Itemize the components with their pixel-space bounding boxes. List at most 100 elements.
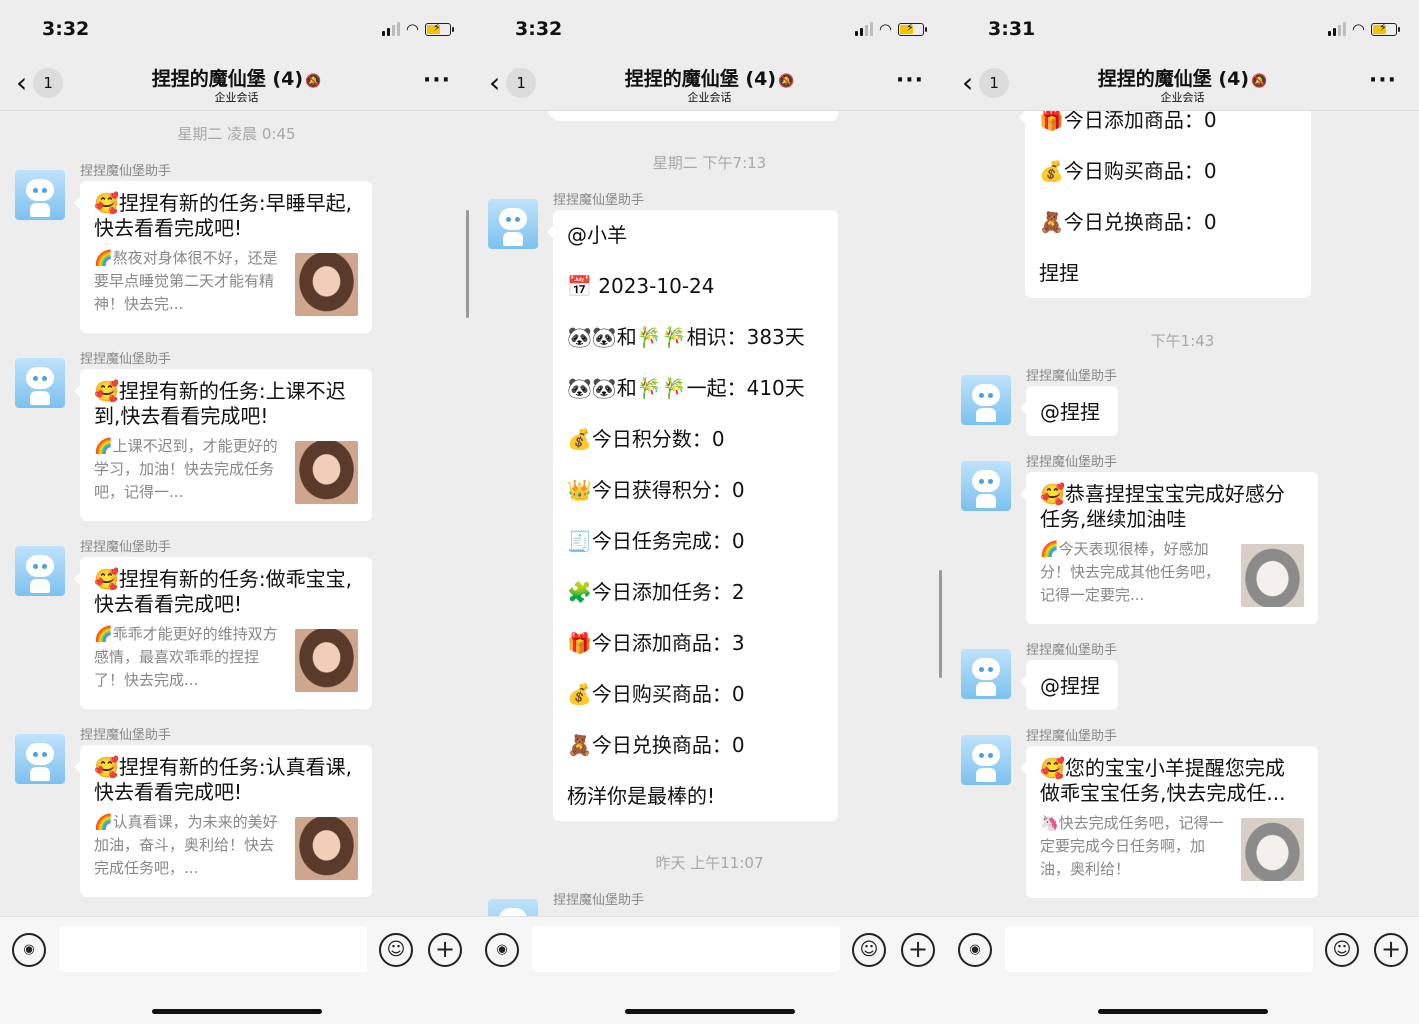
stat-line: 💰今日购买商品：0	[567, 682, 745, 706]
avatar[interactable]	[488, 899, 538, 916]
avatar[interactable]	[488, 199, 538, 249]
avatar[interactable]	[961, 375, 1011, 425]
more-options-button[interactable]: ···	[1369, 68, 1397, 93]
task-card[interactable]: 🥰捏捏有新的任务:做乖宝宝,快去看看完成吧! 🌈乖乖才能更好的维持双方感情，最喜…	[74, 557, 372, 709]
mute-icon: 🔕	[778, 74, 795, 89]
more-options-button[interactable]: ···	[423, 68, 451, 93]
avatar[interactable]	[961, 461, 1011, 511]
signal-icon	[854, 22, 873, 36]
signal-icon	[1327, 22, 1346, 36]
sender-name: 捏捏魔仙堡助手	[80, 164, 172, 179]
phone-screen-2: 3:32 ◠ ⚡ ‹ 1 捏捏的魔仙堡 (4) 🔕 企业会话 ··· 星期二 下午7…	[473, 0, 946, 1024]
stats-message-partial[interactable]: 🎁今日添加商品：0 💰今日购买商品：0 🧸今日兑换商品：0 捏捏	[1019, 111, 1311, 298]
clock: 3:31	[988, 18, 1036, 40]
more-actions-button[interactable]: +	[901, 933, 935, 967]
avatar[interactable]	[15, 734, 65, 784]
nav-bar: ‹ 1 捏捏的魔仙堡 (4) 🔕 企业会话 ···	[946, 58, 1419, 111]
chat-area[interactable]: 星期二 下午7:13 捏捏魔仙堡助手 @小羊 📅 2023-10-24 🐼🐼和🎋…	[473, 111, 946, 916]
stat-line: 💰今日积分数：0	[567, 427, 725, 451]
more-options-button[interactable]: ···	[896, 68, 924, 93]
task-card[interactable]: 🥰捏捏有新的任务:认真看课,快去看看完成吧! 🌈认真看课，为未来的美好加油，奋斗…	[74, 745, 372, 897]
timestamp: 星期二 凌晨 0:45	[177, 125, 296, 143]
chat-area[interactable]: 星期二 凌晨 0:45 捏捏魔仙堡助手 🥰捏捏有新的任务:早睡早起,快去看看完成…	[0, 111, 473, 916]
stat-line: 👑今日获得积分：0	[567, 478, 745, 502]
clock: 3:32	[42, 18, 90, 40]
stat-line: 💰今日购买商品：0	[1039, 159, 1217, 183]
avatar[interactable]	[961, 735, 1011, 785]
message-input[interactable]	[1005, 926, 1313, 972]
sender-name: 捏捏魔仙堡助手	[1026, 729, 1118, 744]
task-card[interactable]: 🥰捏捏有新的任务:上课不迟到,快去看看完成吧! 🌈上课不迟到，才能更好的学习，加…	[74, 369, 372, 521]
card-thumbnail	[295, 253, 358, 316]
card-description: 🌈认真看课，为未来的美好加油，奋斗，奥利给！快去完成任务吧，...	[94, 813, 278, 877]
message-input[interactable]	[532, 926, 840, 972]
status-bar: 3:32 ◠ ⚡	[0, 0, 473, 58]
card-title: 🥰恭喜捏捏宝宝完成好感分任务,继续加油哇	[1040, 482, 1285, 531]
sender-name: 捏捏魔仙堡助手	[1026, 369, 1118, 384]
sender-name: 捏捏魔仙堡助手	[1026, 455, 1118, 470]
mention-bubble[interactable]: @捏捏	[1020, 386, 1118, 436]
phone-screen-3: 3:31 ◠ ⚡ ‹ 1 捏捏的魔仙堡 (4) 🔕 企业会话 ··· 🎁今日添加商品…	[946, 0, 1419, 1024]
card-thumbnail	[1241, 818, 1304, 881]
card-description: 🌈乖乖才能更好的维持双方感情，最喜欢乖乖的捏捏了！快去完成...	[94, 625, 278, 689]
battery-icon: ⚡	[1371, 21, 1400, 36]
scrollbar[interactable]	[466, 210, 469, 318]
stat-line: 🐼🐼和🎋🎋一起：410天	[567, 376, 805, 400]
emoji-button[interactable]: ☺	[379, 933, 413, 967]
wifi-icon: ◠	[405, 20, 419, 38]
mention-bubble[interactable]: @捏捏	[1020, 660, 1118, 710]
phone-screen-1: 3:32 ◠ ⚡ ‹ 1 捏捏的魔仙堡 (4) 🔕 企业会话 ··· 星期二 凌晨 …	[0, 0, 473, 1024]
card-thumbnail	[295, 817, 358, 880]
home-indicator[interactable]	[1098, 1009, 1268, 1014]
stat-line: 🧾今日任务完成：0	[567, 529, 745, 553]
scrollbar[interactable]	[939, 570, 942, 678]
sender-name: 捏捏魔仙堡助手	[553, 193, 645, 208]
voice-input-button[interactable]: ◉	[12, 933, 46, 967]
input-bar: ◉ ☺ +	[946, 916, 1419, 1024]
sender-name: 捏捏魔仙堡助手	[80, 728, 172, 743]
avatar[interactable]	[961, 649, 1011, 699]
closing-line: 捏捏	[1039, 261, 1079, 285]
voice-input-button[interactable]: ◉	[958, 933, 992, 967]
stat-line: 🎁今日添加商品：0	[1039, 111, 1217, 132]
closing-line: 杨洋你是最棒的!	[567, 784, 716, 808]
mention-line: @小羊	[567, 223, 627, 247]
battery-icon: ⚡	[898, 21, 927, 36]
avatar[interactable]	[15, 546, 65, 596]
chat-subtitle: 企业会话	[1160, 91, 1205, 104]
message-input[interactable]	[59, 926, 367, 972]
card-description: 🦄快去完成任务吧，记得一定要完成今日任务啊，加油，奥利给！	[1040, 814, 1224, 878]
input-bar: ◉ ☺ +	[0, 916, 473, 1024]
card-title: 🥰捏捏有新的任务:上课不迟到,快去看看完成吧!	[94, 379, 346, 428]
date-line: 📅 2023-10-24	[567, 274, 715, 298]
nav-bar: ‹ 1 捏捏的魔仙堡 (4) 🔕 企业会话 ···	[0, 58, 473, 111]
chat-subtitle: 企业会话	[214, 91, 259, 104]
emoji-button[interactable]: ☺	[1325, 933, 1359, 967]
voice-input-button[interactable]: ◉	[485, 933, 519, 967]
message-bubble-partial[interactable]	[547, 111, 838, 121]
stats-message[interactable]: @小羊 📅 2023-10-24 🐼🐼和🎋🎋相识：383天 🐼🐼和🎋🎋一起：41…	[547, 210, 838, 821]
chat-title: 捏捏的魔仙堡 (4) 🔕	[1097, 68, 1268, 90]
avatar[interactable]	[15, 358, 65, 408]
timestamp: 昨天 上午11:07	[655, 854, 764, 872]
stat-line: 🧩今日添加任务：2	[567, 580, 745, 604]
task-card[interactable]: 🥰恭喜捏捏宝宝完成好感分任务,继续加油哇 🌈今天表现很棒，好感加分！快去完成其他…	[1020, 472, 1318, 624]
sender-name: 捏捏魔仙堡助手	[80, 352, 172, 367]
emoji-button[interactable]: ☺	[852, 933, 886, 967]
mute-icon: 🔕	[305, 74, 322, 89]
card-description: 🌈上课不迟到，才能更好的学习，加油！快去完成任务吧，记得一...	[94, 437, 278, 501]
task-card[interactable]: 🥰您的宝宝小羊提醒您完成做乖宝宝任务,快去完成任... 🦄快去完成任务吧，记得一…	[1020, 746, 1318, 898]
home-indicator[interactable]	[152, 1009, 322, 1014]
card-thumbnail	[295, 441, 358, 504]
more-actions-button[interactable]: +	[428, 933, 462, 967]
sender-name: 捏捏魔仙堡助手	[553, 893, 645, 908]
avatar[interactable]	[15, 170, 65, 220]
sender-name: 捏捏魔仙堡助手	[1026, 643, 1118, 658]
stat-line: 🐼🐼和🎋🎋相识：383天	[567, 325, 805, 349]
timestamp: 下午1:43	[1150, 332, 1215, 350]
chat-area[interactable]: 🎁今日添加商品：0 💰今日购买商品：0 🧸今日兑换商品：0 捏捏 下午1:43 …	[946, 111, 1419, 916]
more-actions-button[interactable]: +	[1374, 933, 1408, 967]
input-bar: ◉ ☺ +	[473, 916, 946, 1024]
task-card[interactable]: 🥰捏捏有新的任务:早睡早起,快去看看完成吧! 🌈熬夜对身体很不好，还是要早点睡觉…	[74, 181, 372, 333]
home-indicator[interactable]	[625, 1009, 795, 1014]
